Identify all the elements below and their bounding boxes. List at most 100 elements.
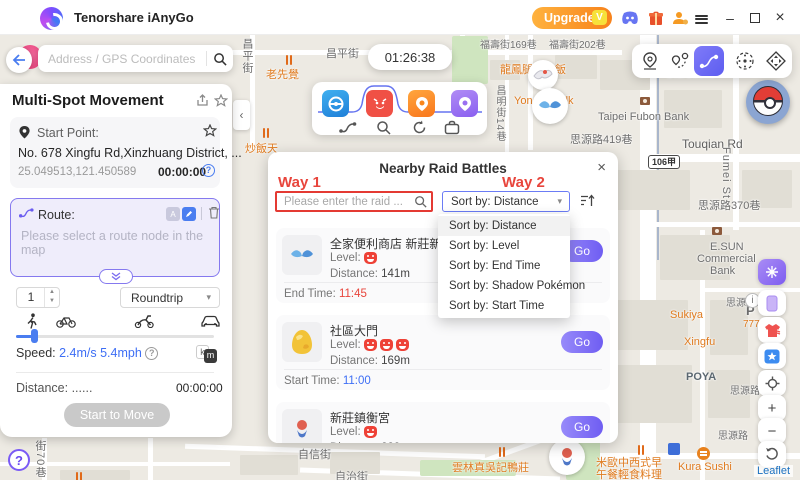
app-tab-gpx-icon[interactable] xyxy=(451,90,478,117)
account-icon[interactable] xyxy=(670,8,690,28)
close-button[interactable]: × xyxy=(770,8,790,28)
go-button[interactable]: Go xyxy=(561,416,603,438)
speed-slider-handle[interactable] xyxy=(31,329,38,343)
collection-button[interactable] xyxy=(758,343,786,369)
minimize-button[interactable]: – xyxy=(720,8,740,28)
share-icon[interactable] xyxy=(196,94,209,112)
walk-speed-icon[interactable] xyxy=(22,312,42,330)
mode-joystick-icon[interactable] xyxy=(734,51,756,71)
mode-a-label: A xyxy=(170,210,175,219)
search-tool-icon[interactable] xyxy=(374,119,392,135)
help-button[interactable]: ? xyxy=(8,449,30,471)
map-label: 福壽街169巷 xyxy=(480,36,537,51)
route-mode-auto-button[interactable]: A xyxy=(166,207,180,221)
sort-order-icon[interactable] xyxy=(580,194,595,212)
device-button[interactable] xyxy=(758,290,786,316)
map-label: E.SUN xyxy=(710,241,744,253)
map-label: 雲林真吳記鴨莊 xyxy=(452,459,529,475)
cooldown-feature-button[interactable] xyxy=(758,259,786,285)
loop-count-value: 1 xyxy=(17,288,45,307)
mode-toolbar xyxy=(632,44,792,78)
mode-dpad-icon[interactable] xyxy=(765,51,787,71)
mode-multi-spot-selected[interactable] xyxy=(694,46,724,76)
pokemon-marker-creature[interactable] xyxy=(549,439,585,475)
refresh-tool-icon[interactable] xyxy=(410,119,428,135)
sort-option[interactable]: Sort by: End Time xyxy=(438,256,570,276)
star-icon[interactable] xyxy=(203,124,217,140)
app-tab-raid-icon[interactable] xyxy=(366,90,393,117)
car-speed-icon[interactable] xyxy=(200,312,220,330)
menu-icon[interactable] xyxy=(695,8,715,28)
raid-level: Level: xyxy=(330,252,377,264)
raid-item[interactable]: 新莊鎮衡宮 Level: Distance: 289m Go xyxy=(276,402,610,443)
sort-option[interactable]: Sort by: Start Time xyxy=(438,296,570,316)
building xyxy=(610,365,692,423)
search-icon[interactable] xyxy=(409,195,431,208)
app-tab-pokemon-map-icon[interactable] xyxy=(322,90,349,117)
route-tool-icon[interactable] xyxy=(339,119,357,135)
outfit-button[interactable] xyxy=(758,317,786,343)
maximize-button[interactable] xyxy=(745,8,765,28)
double-chevron-down-icon xyxy=(111,272,121,281)
map-label: 昌平街 xyxy=(326,45,359,61)
sort-option[interactable]: Sort by: Level xyxy=(438,236,570,256)
location-pin-icon xyxy=(18,125,31,145)
start-point-label: Start Point: xyxy=(37,126,99,140)
pokemon-marker-bird[interactable] xyxy=(528,60,558,90)
unit-toggle[interactable]: k m xyxy=(196,345,220,363)
app-window: 昌平街 昌平街 老先覺 福壽街169巷 福壽街202巷 龍鳳腿滷肉飯 Yongh… xyxy=(0,0,800,480)
route-mode-draw-button[interactable] xyxy=(182,207,196,221)
speed-help-icon[interactable]: ? xyxy=(145,347,158,360)
speed-slider-track[interactable] xyxy=(16,335,214,338)
go-button[interactable]: Go xyxy=(561,331,603,353)
expand-route-button[interactable] xyxy=(99,269,133,284)
app-tab-spots-icon[interactable] xyxy=(408,90,435,117)
loop-count-stepper[interactable]: 1 ▲▼ xyxy=(16,287,60,308)
route-box[interactable]: Route: A Please select a route node in t… xyxy=(10,198,220,277)
upgrade-button[interactable]: Upgrade V xyxy=(532,7,612,29)
discord-icon[interactable] xyxy=(620,8,640,28)
mode-teleport-icon[interactable] xyxy=(639,51,661,71)
divider xyxy=(16,372,214,373)
gift-icon[interactable] xyxy=(646,8,666,28)
bag-tool-icon[interactable] xyxy=(443,119,461,135)
pokemon-go-fab[interactable] xyxy=(746,80,790,124)
address-search-input[interactable]: Address / GPS Coordinates xyxy=(38,45,233,72)
locate-button[interactable] xyxy=(758,370,786,396)
start-to-move-button[interactable]: Start to Move xyxy=(64,403,170,427)
sort-option[interactable]: Sort by: Shadow Pokémon xyxy=(438,276,570,296)
building xyxy=(60,470,130,480)
road xyxy=(648,222,800,227)
speed-row: Speed: 2.4m/s 5.4mph ? xyxy=(16,346,158,360)
trash-icon[interactable] xyxy=(208,206,220,224)
map-label: 思源路419巷 xyxy=(570,131,632,147)
raid-distance: Distance: 169m xyxy=(330,355,410,367)
scooter-speed-icon[interactable] xyxy=(134,312,154,330)
stepper-arrows[interactable]: ▲▼ xyxy=(44,288,59,307)
help-icon[interactable]: ? xyxy=(202,164,215,177)
unit-m[interactable]: m xyxy=(204,349,217,363)
time-label: End Time: xyxy=(284,288,336,300)
raid-search-input[interactable]: Please enter the raid ... xyxy=(275,191,433,212)
mode-two-spot-icon[interactable] xyxy=(669,51,691,71)
distance-value: 289m xyxy=(381,442,410,443)
raid-item[interactable]: 社區大門 Level: Distance: 169m Start Time: 1… xyxy=(276,315,610,390)
route-type-select[interactable]: Roundtrip ▾ xyxy=(120,287,220,308)
pokemon-marker-wings[interactable] xyxy=(532,88,568,124)
time-value: 11:00 xyxy=(343,375,371,387)
raid-level-icon xyxy=(364,339,377,351)
raid-pokemon-icon xyxy=(282,235,322,275)
map-label: POYA xyxy=(686,371,716,383)
search-icon[interactable] xyxy=(207,52,233,66)
raid-panel-close-icon[interactable]: × xyxy=(597,159,606,176)
back-button[interactable] xyxy=(6,47,32,73)
bike-speed-icon[interactable] xyxy=(56,312,76,330)
reset-view-button[interactable] xyxy=(758,441,786,467)
speed-value: 2.4m/s 5.4mph xyxy=(59,346,142,360)
sort-select[interactable]: Sort by: Distance ▾ xyxy=(442,191,570,212)
chevron-down-icon: ▾ xyxy=(557,196,562,207)
leaflet-attribution[interactable]: Leaflet xyxy=(754,465,793,477)
favorite-route-icon[interactable] xyxy=(214,94,228,112)
sort-option[interactable]: Sort by: Distance xyxy=(438,216,570,236)
sidebar-collapse-handle[interactable]: ‹ xyxy=(233,100,250,130)
